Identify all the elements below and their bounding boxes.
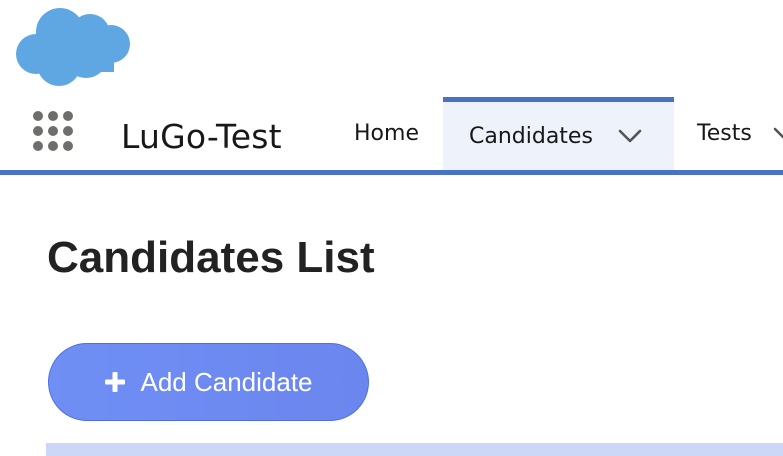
app-launcher-grid-icon[interactable] bbox=[33, 111, 77, 155]
add-candidate-button[interactable]: Add Candidate bbox=[48, 343, 369, 421]
tab-candidates[interactable]: Candidates bbox=[443, 97, 674, 170]
add-candidate-label: Add Candidate bbox=[140, 366, 313, 397]
tab-home-label: Home bbox=[354, 121, 419, 146]
tab-tests-label: Tests bbox=[697, 121, 752, 146]
nav-accent-bar bbox=[0, 170, 783, 175]
chevron-down-icon[interactable] bbox=[772, 126, 783, 142]
page-title: Candidates List bbox=[47, 233, 375, 282]
plus-icon bbox=[104, 371, 126, 393]
page: LuGo-Test Home Candidates Tests Candidat… bbox=[0, 0, 783, 456]
table-header bbox=[46, 443, 783, 456]
cloud-logo-icon bbox=[14, 6, 132, 88]
global-nav: LuGo-Test Home Candidates Tests bbox=[0, 97, 783, 177]
chevron-down-icon[interactable] bbox=[617, 128, 643, 144]
tab-tests[interactable]: Tests bbox=[697, 97, 783, 170]
tab-candidates-label: Candidates bbox=[469, 123, 593, 149]
app-name: LuGo-Test bbox=[121, 117, 282, 156]
tab-home[interactable]: Home bbox=[330, 97, 443, 170]
